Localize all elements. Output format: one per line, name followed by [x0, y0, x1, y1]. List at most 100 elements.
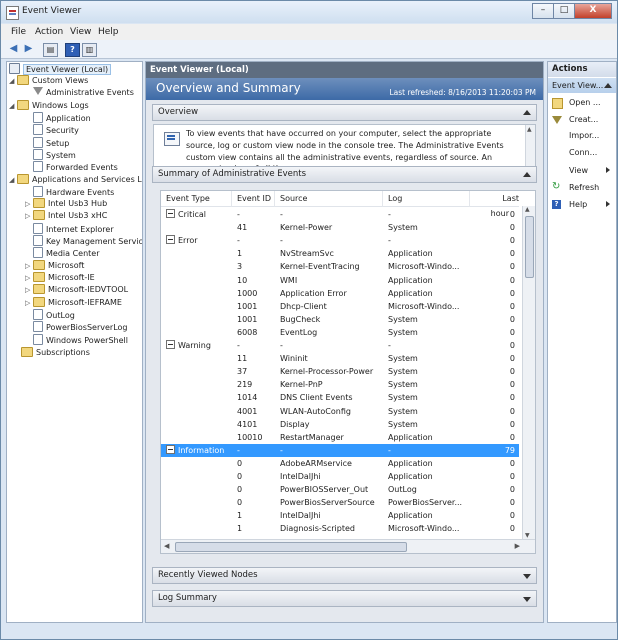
- table-row[interactable]: 11 Wininit System 0: [161, 352, 519, 365]
- table-row[interactable]: 41 Kernel-Power System 0: [161, 221, 519, 234]
- expand-arrow-icon[interactable]: ▷: [25, 297, 33, 309]
- show-hide-action-pane-icon[interactable]: ▥: [82, 43, 97, 57]
- table-row[interactable]: 4101 Display System 0: [161, 418, 519, 431]
- table-group-row[interactable]: Error - - -0: [161, 234, 519, 247]
- collapse-box-icon[interactable]: [166, 340, 175, 349]
- menu-help[interactable]: Help: [98, 27, 119, 37]
- tree-custom-views[interactable]: ◢ Custom Views: [9, 75, 88, 87]
- expand-arrow-icon[interactable]: [523, 574, 531, 579]
- scroll-right-icon[interactable]: ▶: [515, 542, 520, 550]
- tree-app-log[interactable]: PowerBiosServerLog: [33, 321, 127, 333]
- collapse-arrow-icon[interactable]: ◢: [9, 75, 17, 87]
- table-group-row[interactable]: Critical - - -0: [161, 208, 519, 221]
- column-header-event-type[interactable]: Event Type: [161, 191, 232, 207]
- expand-arrow-icon[interactable]: ▷: [25, 284, 33, 296]
- collapse-arrow-icon[interactable]: [523, 172, 531, 177]
- table-row[interactable]: 219 Kernel-PnP System 0: [161, 378, 519, 391]
- maximize-button[interactable]: □: [553, 3, 575, 19]
- tree-log-forwarded-events[interactable]: Forwarded Events: [33, 161, 118, 173]
- tree-app-log[interactable]: ▷ Microsoft: [25, 260, 84, 272]
- scroll-thumb[interactable]: [175, 542, 407, 552]
- recently-viewed-nodes-header[interactable]: Recently Viewed Nodes: [152, 567, 537, 584]
- collapse-arrow-icon[interactable]: [523, 110, 531, 115]
- collapse-box-icon[interactable]: [166, 209, 175, 218]
- tree-app-log[interactable]: Media Center: [33, 247, 100, 259]
- minimize-button[interactable]: –: [532, 3, 554, 19]
- table-group-row[interactable]: Information - - -79: [161, 443, 519, 457]
- tree-log-system[interactable]: System: [33, 149, 76, 161]
- tree-administrative-events[interactable]: Administrative Events: [33, 87, 134, 99]
- collapse-arrow-icon[interactable]: ◢: [9, 100, 17, 112]
- tree-log-security[interactable]: Security: [33, 124, 79, 136]
- tree-app-log[interactable]: ▷ Microsoft-IEDVTOOL: [25, 284, 128, 296]
- help-icon[interactable]: ?: [65, 43, 80, 57]
- action-connect[interactable]: Conn...: [548, 146, 616, 159]
- expand-arrow-icon[interactable]: [523, 597, 531, 602]
- scroll-thumb[interactable]: [525, 216, 534, 278]
- menu-action[interactable]: Action: [35, 27, 63, 37]
- tree-app-log[interactable]: Windows PowerShell: [33, 334, 128, 346]
- summary-vertical-scrollbar[interactable]: ▲ ▼: [522, 206, 535, 539]
- action-open[interactable]: Open ...: [548, 96, 616, 109]
- action-import-custom-view[interactable]: Impor...: [548, 129, 616, 142]
- summary-section-header[interactable]: Summary of Administrative Events: [152, 166, 537, 183]
- tree-applications-services[interactable]: ◢ Applications and Services Lo: [9, 174, 142, 186]
- table-row[interactable]: 1014 DNS Client Events System 0: [161, 391, 519, 404]
- log-summary-header[interactable]: Log Summary: [152, 590, 537, 607]
- forward-arrow-icon[interactable]: ▶: [22, 43, 35, 55]
- tree-app-log[interactable]: OutLog: [33, 309, 75, 321]
- table-row[interactable]: 1 Diagnosis-Scripted Microsoft-Windo... 0: [161, 522, 519, 535]
- table-row[interactable]: 1000 Application Error Application 0: [161, 287, 519, 300]
- column-header-event-id[interactable]: Event ID: [232, 191, 275, 207]
- table-group-row[interactable]: Warning - - -0: [161, 339, 519, 352]
- table-row[interactable]: 6008 EventLog System 0: [161, 326, 519, 339]
- action-view[interactable]: View: [548, 164, 616, 177]
- tree-log-application[interactable]: Application: [33, 112, 91, 124]
- table-row[interactable]: 3 Kernel-EventTracing Microsoft-Windo... 0: [161, 260, 519, 273]
- back-arrow-icon[interactable]: ◀: [7, 43, 20, 55]
- action-create-custom-view[interactable]: Creat...: [548, 113, 616, 126]
- collapse-arrow-icon[interactable]: ◢: [9, 174, 17, 186]
- tree-app-log[interactable]: Key Management Service: [33, 235, 142, 247]
- table-row[interactable]: 37 Kernel-Processor-Power System 0: [161, 365, 519, 378]
- table-row[interactable]: 1001 BugCheck System 0: [161, 313, 519, 326]
- show-hide-tree-icon[interactable]: ▤: [43, 43, 58, 57]
- table-row[interactable]: 0 AdobeARMservice Application 0: [161, 457, 519, 470]
- table-row[interactable]: 0 PowerBIOSServer_Out OutLog 0: [161, 483, 519, 496]
- tree-app-log[interactable]: ▷ Microsoft-IE: [25, 272, 95, 284]
- table-row[interactable]: 4001 WLAN-AutoConfig System 0: [161, 405, 519, 418]
- expand-arrow-icon[interactable]: ▷: [25, 272, 33, 284]
- scroll-left-icon[interactable]: ◀: [164, 542, 169, 550]
- expand-arrow-icon[interactable]: ▷: [25, 210, 33, 222]
- table-row[interactable]: 1 NvStreamSvc Application 0: [161, 247, 519, 260]
- title-bar[interactable]: Event Viewer – □ X: [1, 1, 617, 23]
- overview-section-header[interactable]: Overview: [152, 104, 537, 121]
- close-button[interactable]: X: [574, 3, 612, 19]
- expand-arrow-icon[interactable]: ▷: [25, 198, 33, 210]
- tree-app-log[interactable]: ▷ Microsoft-IEFRAME: [25, 297, 122, 309]
- table-row[interactable]: 0 PowerBiosServerSource PowerBiosServer...…: [161, 496, 519, 509]
- table-row[interactable]: 1 IntelDalJhi Application 0: [161, 509, 519, 522]
- collapse-box-icon[interactable]: [166, 444, 175, 454]
- tree-app-log[interactable]: Hardware Events: [33, 186, 114, 198]
- expand-arrow-icon[interactable]: ▷: [25, 260, 33, 272]
- summary-horizontal-scrollbar[interactable]: ◀ ▶: [161, 539, 535, 553]
- scroll-up-icon[interactable]: ▲: [525, 206, 530, 213]
- tree-log-setup[interactable]: Setup: [33, 137, 69, 149]
- tree-app-log[interactable]: Internet Explorer: [33, 223, 114, 235]
- tree-subscriptions[interactable]: Subscriptions: [21, 347, 90, 359]
- actions-section-event-viewer[interactable]: Event View...: [548, 78, 616, 93]
- column-header-source[interactable]: Source: [275, 191, 383, 207]
- table-row[interactable]: 1001 Dhcp-Client Microsoft-Windo... 0: [161, 300, 519, 313]
- tree-windows-logs[interactable]: ◢ Windows Logs: [9, 100, 89, 112]
- action-refresh[interactable]: ↻ Refresh: [548, 181, 616, 194]
- column-header-log[interactable]: Log: [383, 191, 470, 207]
- action-help[interactable]: ? Help: [548, 198, 616, 211]
- column-header-last-hour[interactable]: Last hour: [470, 191, 519, 218]
- table-row[interactable]: 10010 RestartManager Application 0: [161, 431, 519, 444]
- tree-app-log[interactable]: ▷ Intel Usb3 xHC: [25, 210, 107, 222]
- tree-app-log[interactable]: ▷ Intel Usb3 Hub: [25, 198, 107, 210]
- tree-root[interactable]: Event Viewer (Local): [9, 63, 112, 75]
- table-row[interactable]: 10 WMI Application 0: [161, 274, 519, 287]
- collapse-box-icon[interactable]: [166, 235, 175, 245]
